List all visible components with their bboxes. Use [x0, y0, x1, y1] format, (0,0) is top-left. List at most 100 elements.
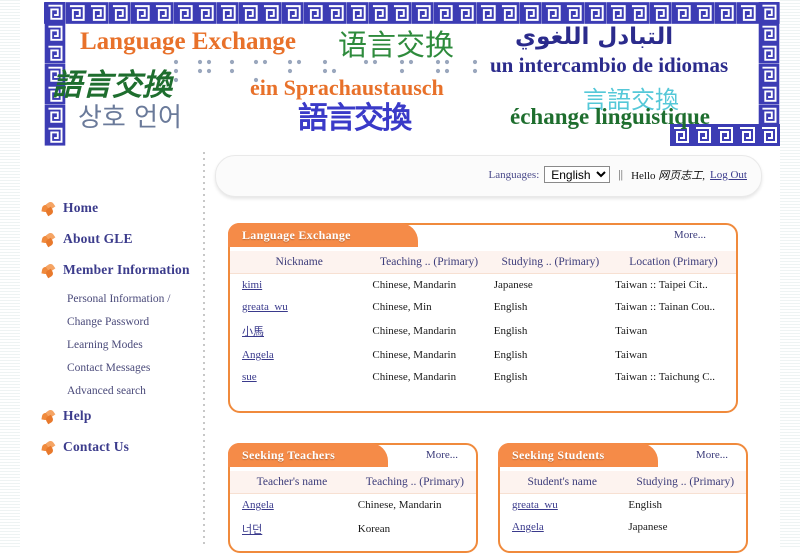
table-row: greata_wu Chinese, Min English Taiwan :: Ta…	[230, 296, 736, 318]
logout-link[interactable]: Log Out	[710, 169, 747, 181]
sidebar-item-label: Home	[63, 200, 99, 215]
cell-location: Taiwan :: Taipei Cit..	[615, 279, 708, 291]
nickname-link[interactable]: sue	[242, 371, 257, 383]
col-studying: Studying .. (Primary)	[489, 251, 612, 274]
sidebar-item-label: Contact Us	[63, 439, 130, 454]
sidebar-item-home[interactable]: Home	[41, 200, 202, 216]
toolbar-separator: ||	[618, 167, 624, 181]
sidebar-subitem-change-password[interactable]: Change Password	[67, 316, 202, 328]
cell-studying: English	[628, 499, 662, 511]
sidebar-subitem-personal-information[interactable]: Personal Information /	[67, 293, 202, 305]
col-teaching: Teaching .. (Primary)	[353, 471, 476, 494]
cell-teacher-name: Angela	[230, 494, 354, 517]
panel-seeking-teachers-more[interactable]: More...	[426, 449, 458, 461]
cell-teaching: Chinese, Mandarin	[357, 499, 442, 511]
panel-language-exchange-tab: Language Exchange	[228, 223, 418, 247]
col-studying: Studying .. (Primary)	[624, 471, 746, 494]
cell-student-name: Angela	[500, 516, 624, 538]
nickname-link[interactable]: 小馬	[242, 325, 264, 338]
table-row: Angela Chinese, Mandarin English Taiwan	[230, 344, 736, 366]
student-name-link[interactable]: greata_wu	[512, 499, 558, 511]
table-row: greata_wu English	[500, 494, 746, 517]
panel-seeking-students-more[interactable]: More...	[696, 449, 728, 461]
cell-teaching: Chinese, Min	[372, 301, 432, 313]
panel-seeking-students-title: Seeking Students	[512, 447, 605, 462]
cell-studying: Japanese	[628, 521, 668, 533]
col-location: Location (Primary)	[611, 251, 736, 274]
teacher-name-link[interactable]: 너던	[242, 523, 262, 536]
user-name: 网页志工	[658, 168, 703, 182]
student-name-link[interactable]: Angela	[512, 521, 544, 533]
greeting-prefix: Hello	[631, 169, 656, 182]
sidebar-item-about-gle[interactable]: About GLE	[41, 231, 202, 247]
panel-seeking-students: Seeking Students More... Student's name …	[498, 443, 748, 553]
greeting-suffix: ,	[702, 169, 706, 182]
panel-language-exchange: Language Exchange More... Nickname Teach…	[228, 223, 738, 413]
table-row: 너던 Korean	[230, 516, 476, 542]
cell-location: Taiwan	[615, 325, 648, 337]
table-header-row: Nickname Teaching .. (Primary) Studying …	[230, 251, 736, 274]
panel-seeking-students-tab: Seeking Students	[498, 443, 658, 467]
sidebar-subitem-learning-modes[interactable]: Learning Modes	[67, 339, 202, 351]
col-nickname: Nickname	[230, 251, 369, 274]
site-banner: Language Exchange 语言交换 التبادل اللغوي 語言…	[20, 0, 780, 148]
greeting-text: Hello 网页志工,	[631, 167, 705, 183]
cell-location: Taiwan :: Taichung C..	[615, 371, 716, 383]
cell-teaching: Chinese, Mandarin	[372, 279, 457, 291]
table-header-row: Student's name Studying .. (Primary)	[500, 471, 746, 494]
language-exchange-table: Nickname Teaching .. (Primary) Studying …	[230, 251, 736, 388]
cell-teaching: Chinese, Mandarin	[372, 371, 457, 383]
sidebar-item-help[interactable]: Help	[41, 408, 202, 424]
panel-seeking-teachers-title: Seeking Teachers	[242, 447, 336, 462]
table-row: sue Chinese, Mandarin English Taiwan :: Tai…	[230, 366, 736, 388]
banner-phrase-fr: échange linguistique	[510, 104, 711, 129]
sidebar-item-contact-us[interactable]: Contact Us	[41, 439, 202, 455]
sidebar-item-label: Help	[63, 408, 92, 423]
sidebar-subitem-advanced-search[interactable]: Advanced search	[67, 385, 202, 397]
teacher-name-link[interactable]: Angela	[242, 499, 274, 511]
sidebar-nav: Home About GLE Member Information Personal …	[41, 200, 202, 470]
banner-phrase-en: Language Exchange	[80, 28, 297, 55]
banner-phrase-es: un intercambio de idiomas	[490, 53, 729, 77]
cell-studying: Japanese	[493, 279, 533, 291]
cell-location: Taiwan :: Tainan Cou..	[615, 301, 716, 313]
table-row: Angela Chinese, Mandarin	[230, 494, 476, 517]
banner-phrase-zh-hans: 语言交换	[338, 28, 455, 62]
nickname-link[interactable]: kimi	[242, 279, 262, 291]
leaf-icon	[41, 262, 56, 278]
cell-nickname: greata_wu	[230, 296, 368, 318]
panel-language-exchange-more[interactable]: More...	[674, 229, 706, 241]
cell-nickname: 小馬	[230, 318, 368, 344]
cell-studying: English	[493, 349, 528, 361]
languages-label: Languages:	[488, 168, 540, 181]
top-toolbar: Languages: English || Hello 网页志工, Log Ou…	[215, 155, 762, 197]
sidebar-divider	[203, 152, 205, 547]
sidebar-item-label: Member Information	[63, 262, 190, 277]
cell-nickname: kimi	[230, 274, 368, 297]
seeking-teachers-table: Teacher's name Teaching .. (Primary) Ang…	[230, 471, 476, 542]
panel-seeking-teachers-tab: Seeking Teachers	[228, 443, 388, 467]
sidebar-item-label: About GLE	[63, 231, 133, 246]
nickname-link[interactable]: Angela	[242, 349, 274, 361]
banner-phrase-ar: التبادل اللغوي	[515, 24, 674, 50]
sidebar-item-member-information[interactable]: Member Information	[41, 262, 202, 278]
panel-seeking-teachers: Seeking Teachers More... Teacher's name …	[228, 443, 478, 553]
table-row: kimi Chinese, Mandarin Japanese Taiwan :: T…	[230, 274, 736, 297]
cell-teaching: Chinese, Mandarin	[372, 325, 457, 337]
cell-teaching: Korean	[357, 523, 391, 535]
panel-language-exchange-title: Language Exchange	[242, 227, 351, 242]
cell-studying: English	[493, 371, 528, 383]
leaf-icon	[41, 200, 56, 216]
leaf-icon	[41, 231, 56, 247]
banner-phrase-ko: 상호 언어	[78, 103, 182, 133]
language-select[interactable]: English	[544, 166, 611, 183]
cell-studying: English	[493, 301, 528, 313]
leaf-icon	[41, 408, 56, 424]
leaf-icon	[41, 439, 56, 455]
nickname-link[interactable]: greata_wu	[242, 301, 288, 313]
sidebar-subitem-contact-messages[interactable]: Contact Messages	[67, 362, 202, 374]
table-row: 小馬 Chinese, Mandarin English Taiwan	[230, 318, 736, 344]
col-student-name: Student's name	[500, 471, 625, 494]
cell-location: Taiwan	[615, 349, 648, 361]
col-teaching: Teaching .. (Primary)	[368, 251, 490, 274]
